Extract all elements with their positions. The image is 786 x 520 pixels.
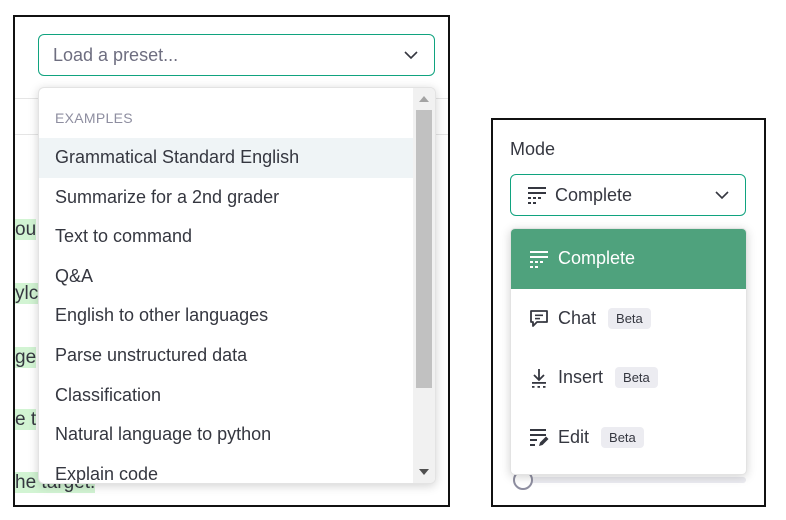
preset-option[interactable]: Text to command: [39, 217, 413, 257]
mode-option-label: Edit: [558, 426, 590, 447]
preset-select[interactable]: Load a preset...: [38, 34, 435, 76]
complete-icon: [530, 250, 548, 268]
preset-options-list: EXAMPLES Grammatical Standard English Su…: [39, 88, 413, 483]
prompt-text-fragment: ge: [15, 347, 37, 368]
preset-option[interactable]: Q&A: [39, 257, 413, 297]
mode-option-insert[interactable]: Insert Beta: [511, 348, 746, 408]
mode-dropdown-menu: Complete Chat Beta Insert Beta Edit Beta: [510, 228, 747, 475]
mode-option-complete[interactable]: Complete: [511, 229, 746, 289]
mode-select[interactable]: Complete: [510, 174, 746, 216]
preset-option[interactable]: Explain code: [39, 455, 413, 483]
mode-label: Mode: [510, 139, 556, 159]
mode-option-label: Insert: [558, 367, 604, 388]
beta-badge: Beta: [601, 426, 644, 448]
prompt-text-fragment: ou: [15, 219, 37, 240]
prompt-text-fragment: e t: [15, 409, 37, 430]
preset-option[interactable]: Summarize for a 2nd grader: [39, 178, 413, 218]
playground-editor-panel: Load a preset... ou ylc ge e t he target…: [13, 15, 450, 507]
preset-option[interactable]: Natural language to python: [39, 415, 413, 455]
preset-placeholder: Load a preset...: [53, 44, 179, 65]
mode-option-label: Chat: [558, 307, 597, 328]
chevron-down-icon: [715, 191, 729, 200]
mode-option-edit[interactable]: Edit Beta: [511, 408, 746, 468]
mode-option-label: Complete: [558, 248, 636, 269]
preset-dropdown-menu: EXAMPLES Grammatical Standard English Su…: [38, 87, 436, 484]
mode-option-chat[interactable]: Chat Beta: [511, 289, 746, 349]
beta-badge: Beta: [615, 367, 658, 389]
insert-icon: [532, 368, 546, 388]
examples-header: EXAMPLES: [55, 110, 133, 126]
slider-track[interactable]: [513, 477, 746, 483]
preset-option[interactable]: Classification: [39, 376, 413, 416]
scroll-up-icon[interactable]: [413, 90, 435, 108]
mode-selected-value: Complete: [555, 184, 633, 205]
complete-icon: [528, 187, 546, 204]
dropdown-scrollbar[interactable]: [413, 88, 435, 483]
edit-icon: [530, 429, 549, 447]
prompt-text-fragment: ylc: [15, 283, 39, 304]
scroll-down-icon[interactable]: [413, 463, 435, 481]
chevron-down-icon: [404, 51, 418, 60]
scrollbar-thumb[interactable]: [416, 110, 432, 388]
preset-option[interactable]: English to other languages: [39, 296, 413, 336]
settings-panel: Mode Complete Complete Chat Beta Insert …: [491, 118, 766, 507]
beta-badge: Beta: [608, 307, 651, 329]
preset-option[interactable]: Parse unstructured data: [39, 336, 413, 376]
chat-icon: [530, 310, 548, 328]
preset-option[interactable]: Grammatical Standard English: [39, 138, 413, 178]
